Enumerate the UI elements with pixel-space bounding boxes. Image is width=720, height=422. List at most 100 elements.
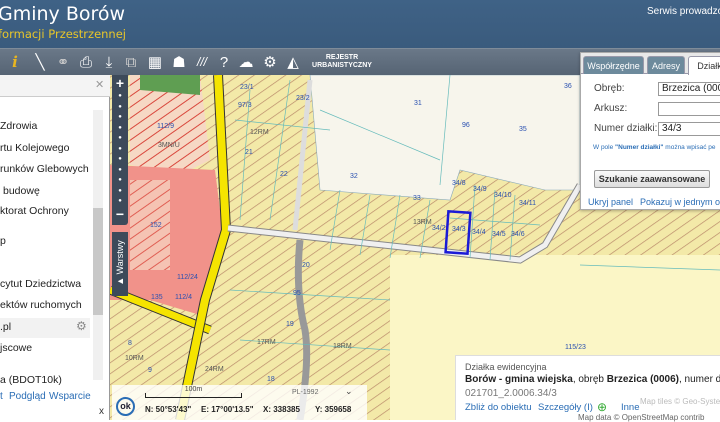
numer-dzialki-input[interactable]: 34/3: [658, 122, 720, 136]
map-label: 31: [414, 100, 422, 107]
map-label: 36: [564, 83, 572, 90]
tiles-attribution: Map tiles © Geo-Syste: [640, 397, 720, 406]
overlay-icon[interactable]: ⧉: [122, 53, 140, 72]
map-label: 34/4: [472, 229, 486, 236]
scale-label: 100m: [184, 386, 203, 393]
scale-bar: [145, 393, 242, 398]
cloud-icon[interactable]: ☁: [237, 53, 255, 72]
layer-item[interactable]: runków Glebowych: [0, 163, 89, 175]
obreb-label: Obręb:: [594, 83, 625, 94]
arkusz-label: Arkusz:: [594, 103, 628, 114]
rejestr-urbanistyczny-button[interactable]: REJESTR URBANISTYCZNY: [308, 54, 376, 70]
close-footer-button[interactable]: x: [99, 406, 104, 417]
crs-select[interactable]: PL-1992: [292, 389, 318, 396]
map-label: 8: [128, 340, 132, 347]
tab-adresy[interactable]: Adresy: [647, 56, 685, 74]
app-title: Gminy Borów: [0, 3, 126, 25]
layers-panel: ✕ Zdrowia rtu Kolejowego runków Glebowyc…: [0, 75, 110, 420]
layer-item[interactable]: jscowe: [0, 342, 32, 354]
ok-button[interactable]: ok: [116, 397, 135, 416]
map-label: 23/1: [240, 84, 254, 91]
layer-item[interactable]: p: [0, 235, 6, 247]
data-attribution[interactable]: Map data © OpenStreetMap contrib: [578, 413, 704, 422]
scrollbar[interactable]: [93, 110, 103, 380]
preview-link[interactable]: Podgląd: [9, 391, 46, 402]
search-panel: Współrzędne Adresy Działki Obręb: Brzezi…: [580, 52, 720, 210]
triangle-icon[interactable]: ◭: [284, 53, 302, 72]
map-label: 3MN/U: [158, 142, 180, 149]
other-link[interactable]: Inne: [621, 402, 640, 413]
hatch-icon[interactable]: ///: [193, 53, 211, 72]
info-obreb: Brzezica (0006): [606, 374, 679, 385]
map-label: 34/3: [452, 226, 466, 233]
map-label: 112/24: [177, 274, 198, 281]
map-label: 34/6: [511, 231, 525, 238]
numer-dzialki-label: Numer działki:: [594, 123, 658, 134]
chevron-down-icon[interactable]: ⌄: [345, 386, 353, 397]
map-label: 9: [148, 367, 152, 374]
layout-icon[interactable]: ▦: [146, 53, 164, 72]
layers-toggle-button[interactable]: ▲ Warstwy: [112, 232, 128, 296]
layers-toggle-label: Warstwy: [115, 240, 125, 275]
parcel-info-box: Działka ewidencyjna Borów - gmina wiejsk…: [455, 355, 720, 420]
measure-icon[interactable]: ╲: [31, 53, 49, 72]
hint-rest: można wpisać pe: [663, 144, 716, 151]
zoom-out-button[interactable]: −: [112, 207, 128, 221]
shape-icon[interactable]: ☗: [170, 53, 188, 72]
layer-item[interactable]: cytut Dziedzictwa: [0, 278, 81, 290]
zoom-in-button[interactable]: +: [112, 75, 128, 91]
help-icon[interactable]: ?: [215, 53, 233, 72]
map-label: 112/9: [157, 123, 174, 130]
info-icon[interactable]: i: [6, 53, 24, 72]
app-subtitle: formacji Przestrzennej: [0, 27, 126, 41]
layer-item[interactable]: rtu Kolejowego: [0, 142, 69, 154]
zoom-to-object-link[interactable]: Zbliż do obiektu: [465, 402, 532, 413]
layer-item[interactable]: .pl: [0, 321, 11, 333]
map-label: 115/23: [565, 344, 586, 351]
print-icon[interactable]: ⎙: [77, 53, 95, 72]
download-icon[interactable]: ⤓: [100, 53, 118, 72]
scrollbar-thumb[interactable]: [93, 208, 103, 315]
map-label: 135: [151, 294, 163, 301]
map-label: 34/5: [492, 231, 506, 238]
link-icon[interactable]: ⚭: [54, 53, 72, 72]
layer-item[interactable]: ektów ruchomych: [0, 299, 82, 311]
hint-text: W pole "Numer działki" można wpisać pe: [593, 144, 716, 151]
map-label: 95: [293, 290, 301, 297]
hide-panel-link[interactable]: Ukryj panel: [588, 197, 633, 207]
show-one-window-link[interactable]: Pokazuj w jednym okni: [640, 197, 720, 207]
settings-icon[interactable]: ⚙: [261, 53, 279, 72]
zoom-slider[interactable]: ● ● ● ● ● ● ● ● ● ● ●: [112, 91, 128, 207]
coord-x: X: 338385: [263, 405, 300, 414]
map-label: 33: [413, 195, 421, 202]
tab-dzialki[interactable]: Działki: [688, 56, 720, 75]
service-info: Serwis prowadzon: [647, 6, 720, 17]
coord-e: E: 17°00'13.5": [201, 405, 254, 414]
map-label: 34/11: [519, 200, 536, 207]
layer-item[interactable]: ktorat Ochrony: [0, 205, 69, 217]
gear-icon[interactable]: ⚙: [76, 319, 87, 333]
map-label: 34/8: [452, 180, 466, 187]
info-gmina: Borów - gmina wiejska: [465, 374, 573, 385]
layer-item[interactable]: a (BDOT10k): [0, 374, 62, 386]
map-label: 34/10: [494, 192, 512, 199]
details-link[interactable]: Szczegóły (I): [538, 402, 593, 413]
plus-icon[interactable]: ⊕: [597, 400, 607, 414]
support-link[interactable]: Wsparcie: [49, 391, 91, 402]
close-icon[interactable]: ✕: [95, 78, 104, 91]
layer-item[interactable]: budowę: [3, 185, 40, 197]
layer-item[interactable]: Zdrowia: [0, 120, 37, 132]
advanced-search-button[interactable]: Szukanie zaawansowane: [594, 170, 710, 188]
obreb-select[interactable]: Brzezica (0006): [658, 82, 720, 96]
map-label: 13RM: [413, 219, 432, 226]
zoom-control[interactable]: + ● ● ● ● ● ● ● ● ● ● ● −: [112, 75, 128, 225]
arkusz-input[interactable]: [658, 102, 720, 116]
map-label: 18: [267, 376, 275, 383]
map-label: 17RM: [257, 339, 276, 346]
map-label: 24RM: [205, 366, 224, 373]
map-label: 12RM: [250, 129, 269, 136]
tab-wspolrzedne[interactable]: Współrzędne: [583, 56, 644, 74]
hint-bold: "Numer działki": [615, 144, 664, 151]
map-label: 21: [245, 149, 253, 156]
layers-panel-header: ✕: [0, 75, 110, 97]
